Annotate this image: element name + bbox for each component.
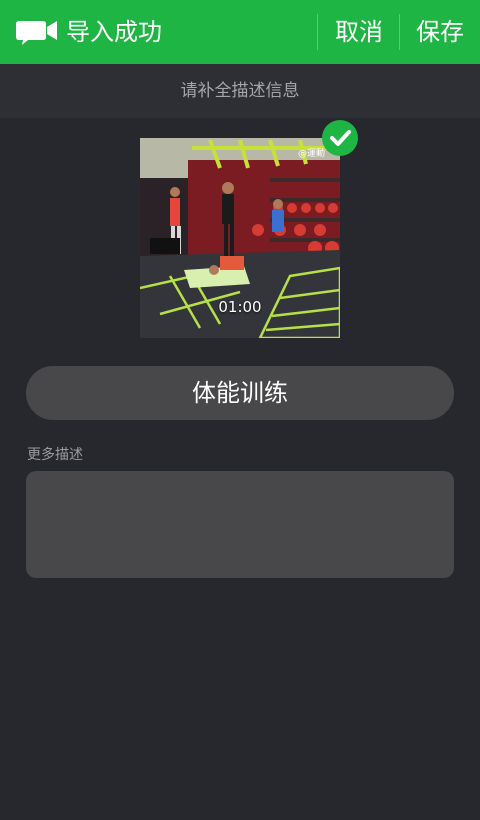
check-icon[interactable] bbox=[322, 120, 358, 156]
save-button[interactable]: 保存 bbox=[416, 14, 464, 50]
video-chat-icon bbox=[16, 21, 57, 45]
header-divider bbox=[399, 14, 400, 50]
instruction-bar: 请补全描述信息 bbox=[0, 64, 480, 118]
video-thumbnail[interactable]: @運動 01:00 bbox=[140, 138, 340, 338]
video-duration: 01:00 bbox=[218, 298, 262, 316]
page-title: 导入成功 bbox=[66, 18, 162, 46]
header-divider bbox=[317, 14, 318, 50]
video-title-input[interactable]: 体能训练 bbox=[26, 366, 454, 420]
cancel-button[interactable]: 取消 bbox=[335, 14, 383, 50]
description-input[interactable] bbox=[26, 471, 454, 578]
description-label: 更多描述 bbox=[27, 447, 83, 463]
top-bar: 导入成功 取消 保存 bbox=[0, 0, 480, 64]
watermark-text: @運動 bbox=[298, 148, 325, 159]
